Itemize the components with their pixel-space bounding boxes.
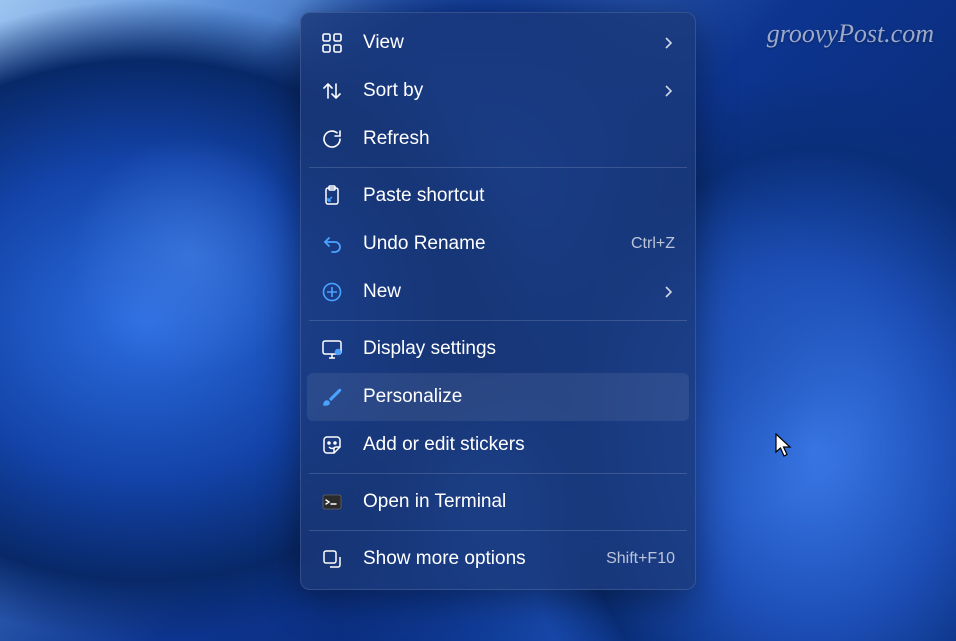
chevron-right-icon [661, 36, 675, 50]
menu-item-view[interactable]: View [307, 19, 689, 67]
menu-item-paste-shortcut[interactable]: Paste shortcut [307, 172, 689, 220]
view-icon [321, 32, 343, 54]
terminal-icon [321, 491, 343, 513]
menu-label: Show more options [363, 548, 594, 570]
personalize-icon [321, 386, 343, 408]
show-more-icon [321, 548, 343, 570]
menu-item-show-more[interactable]: Show more options Shift+F10 [307, 535, 689, 583]
menu-item-display-settings[interactable]: Display settings [307, 325, 689, 373]
chevron-right-icon [661, 285, 675, 299]
menu-item-open-terminal[interactable]: Open in Terminal [307, 478, 689, 526]
menu-item-sort-by[interactable]: Sort by [307, 67, 689, 115]
undo-icon [321, 233, 343, 255]
menu-separator [309, 320, 687, 321]
sort-icon [321, 80, 343, 102]
menu-label: View [363, 32, 649, 54]
menu-separator [309, 530, 687, 531]
menu-item-undo-rename[interactable]: Undo Rename Ctrl+Z [307, 220, 689, 268]
refresh-icon [321, 128, 343, 150]
menu-label: New [363, 281, 649, 303]
menu-label: Display settings [363, 338, 675, 360]
paste-shortcut-icon [321, 185, 343, 207]
desktop-context-menu: View Sort by Refresh [300, 12, 696, 590]
stickers-icon [321, 434, 343, 456]
display-settings-icon [321, 338, 343, 360]
menu-label: Refresh [363, 128, 675, 150]
menu-label: Personalize [363, 386, 675, 408]
menu-label: Sort by [363, 80, 649, 102]
menu-label: Add or edit stickers [363, 434, 675, 456]
menu-separator [309, 167, 687, 168]
menu-label: Open in Terminal [363, 491, 675, 513]
watermark-text: groovyPost.com [767, 19, 934, 49]
menu-item-personalize[interactable]: Personalize [307, 373, 689, 421]
menu-shortcut: Shift+F10 [606, 550, 675, 568]
chevron-right-icon [661, 84, 675, 98]
menu-label: Paste shortcut [363, 185, 675, 207]
menu-label: Undo Rename [363, 233, 619, 255]
menu-shortcut: Ctrl+Z [631, 235, 675, 253]
menu-item-add-stickers[interactable]: Add or edit stickers [307, 421, 689, 469]
menu-item-refresh[interactable]: Refresh [307, 115, 689, 163]
new-icon [321, 281, 343, 303]
menu-separator [309, 473, 687, 474]
mouse-cursor [775, 433, 793, 459]
menu-item-new[interactable]: New [307, 268, 689, 316]
